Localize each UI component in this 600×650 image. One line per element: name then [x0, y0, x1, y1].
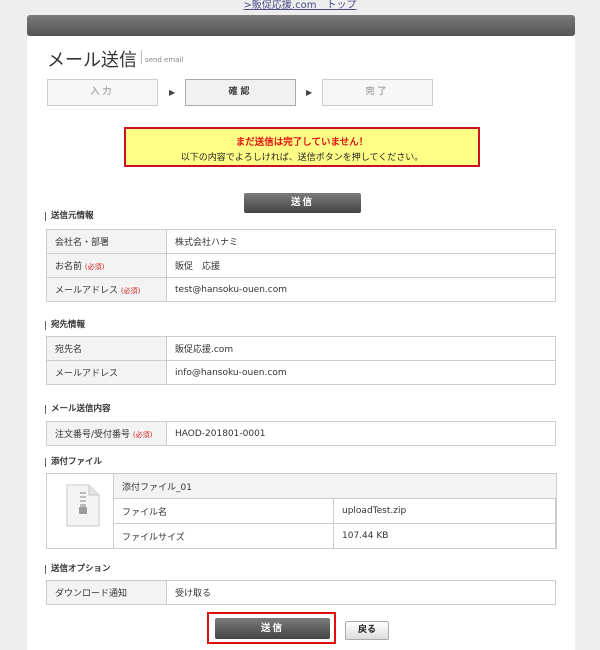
- email-value: test@hansoku-ouen.com: [166, 277, 556, 302]
- required-badge: (必須): [132, 431, 153, 439]
- recipient-name-value: 販促応援.com: [166, 336, 556, 361]
- recipient-table: 宛先名 販促応援.com メールアドレス info@hansoku-ouen.c…: [46, 336, 556, 385]
- order-number-label-cell: 注文番号/受付番号 (必須): [46, 421, 167, 446]
- page-subtitle: send email: [145, 56, 184, 64]
- order-number-value: HAOD-201801-0001: [166, 421, 556, 446]
- table-row: ファイルサイズ 107.44 KB: [113, 523, 557, 549]
- step-input: 入力: [47, 79, 158, 106]
- download-notice-value: 受け取る: [166, 580, 556, 605]
- options-heading: 送信オプション: [45, 565, 111, 574]
- send-button[interactable]: 送信: [215, 618, 330, 639]
- page-title: メール送信: [47, 50, 137, 71]
- name-label: お名前: [55, 262, 83, 272]
- email-label: メールアドレス: [55, 286, 119, 296]
- download-notice-label: ダウンロード通知: [46, 580, 167, 605]
- main-panel: メール送信 send email 入力 ▶ 確認 ▶ 完了 まだ送信は完了してい…: [27, 36, 575, 650]
- table-row: ファイル名 uploadTest.zip: [113, 498, 557, 524]
- file-size-label: ファイルサイズ: [113, 523, 334, 549]
- warning-box: まだ送信は完了していません！ 以下の内容でよろしければ、送信ボタンを押してくださ…: [124, 127, 480, 167]
- order-number-label: 注文番号/受付番号: [55, 430, 131, 440]
- table-row: ダウンロード通知 受け取る: [46, 580, 556, 605]
- attachment-table: 添付ファイル_01 ファイル名 uploadTest.zip ファイルサイズ 1…: [113, 473, 557, 549]
- step-arrow-icon: ▶: [306, 88, 313, 97]
- content-table: 注文番号/受付番号 (必須) HAOD-201801-0001: [46, 421, 556, 446]
- required-badge: (必須): [84, 263, 105, 271]
- required-badge: (必須): [120, 287, 141, 295]
- zip-file-icon: [66, 484, 100, 527]
- content-heading: メール送信内容: [45, 405, 111, 414]
- back-button[interactable]: 戻る: [345, 621, 389, 640]
- table-row: お名前 (必須) 販促 応援: [46, 253, 556, 278]
- attachment-box: 添付ファイル_01 ファイル名 uploadTest.zip ファイルサイズ 1…: [46, 473, 557, 549]
- table-row: 宛先名 販促応援.com: [46, 336, 556, 361]
- title-divider: [141, 50, 142, 64]
- sender-table: 会社名・部署 株式会社ハナミ お名前 (必須) 販促 応援 メールアドレス (必…: [46, 229, 556, 302]
- table-row: メールアドレス info@hansoku-ouen.com: [46, 360, 556, 385]
- file-size-value: 107.44 KB: [333, 523, 557, 549]
- attachment-title: 添付ファイル_01: [113, 473, 557, 499]
- name-label-cell: お名前 (必須): [46, 253, 167, 278]
- table-row: メールアドレス (必須) test@hansoku-ouen.com: [46, 277, 556, 302]
- email-label-cell: メールアドレス (必須): [46, 277, 167, 302]
- step-confirm: 確認: [185, 79, 296, 106]
- recipient-name-label: 宛先名: [46, 336, 167, 361]
- company-value: 株式会社ハナミ: [166, 229, 556, 254]
- header-bar: [27, 15, 575, 36]
- file-name-label: ファイル名: [113, 498, 334, 524]
- name-value: 販促 応援: [166, 253, 556, 278]
- top-page-link[interactable]: >販促応援.com トップ: [0, 0, 600, 12]
- attachments-heading: 添付ファイル: [45, 458, 102, 467]
- file-name-value: uploadTest.zip: [333, 498, 557, 524]
- table-row: 注文番号/受付番号 (必須) HAOD-201801-0001: [46, 421, 556, 446]
- recipient-heading: 宛先情報: [45, 321, 85, 330]
- company-label: 会社名・部署: [46, 229, 167, 254]
- warning-text: 以下の内容でよろしければ、送信ボタンを押してください。: [180, 153, 424, 163]
- table-row: 添付ファイル_01: [113, 473, 557, 499]
- step-arrow-icon: ▶: [169, 88, 176, 97]
- recipient-email-label: メールアドレス: [46, 360, 167, 385]
- step-complete: 完了: [322, 79, 433, 106]
- table-row: 会社名・部署 株式会社ハナミ: [46, 229, 556, 254]
- recipient-email-value: info@hansoku-ouen.com: [166, 360, 556, 385]
- warning-title: まだ送信は完了していません！: [235, 137, 369, 148]
- options-table: ダウンロード通知 受け取る: [46, 580, 556, 605]
- sender-heading: 送信元情報: [45, 212, 94, 221]
- send-button-top[interactable]: 送信: [244, 193, 361, 213]
